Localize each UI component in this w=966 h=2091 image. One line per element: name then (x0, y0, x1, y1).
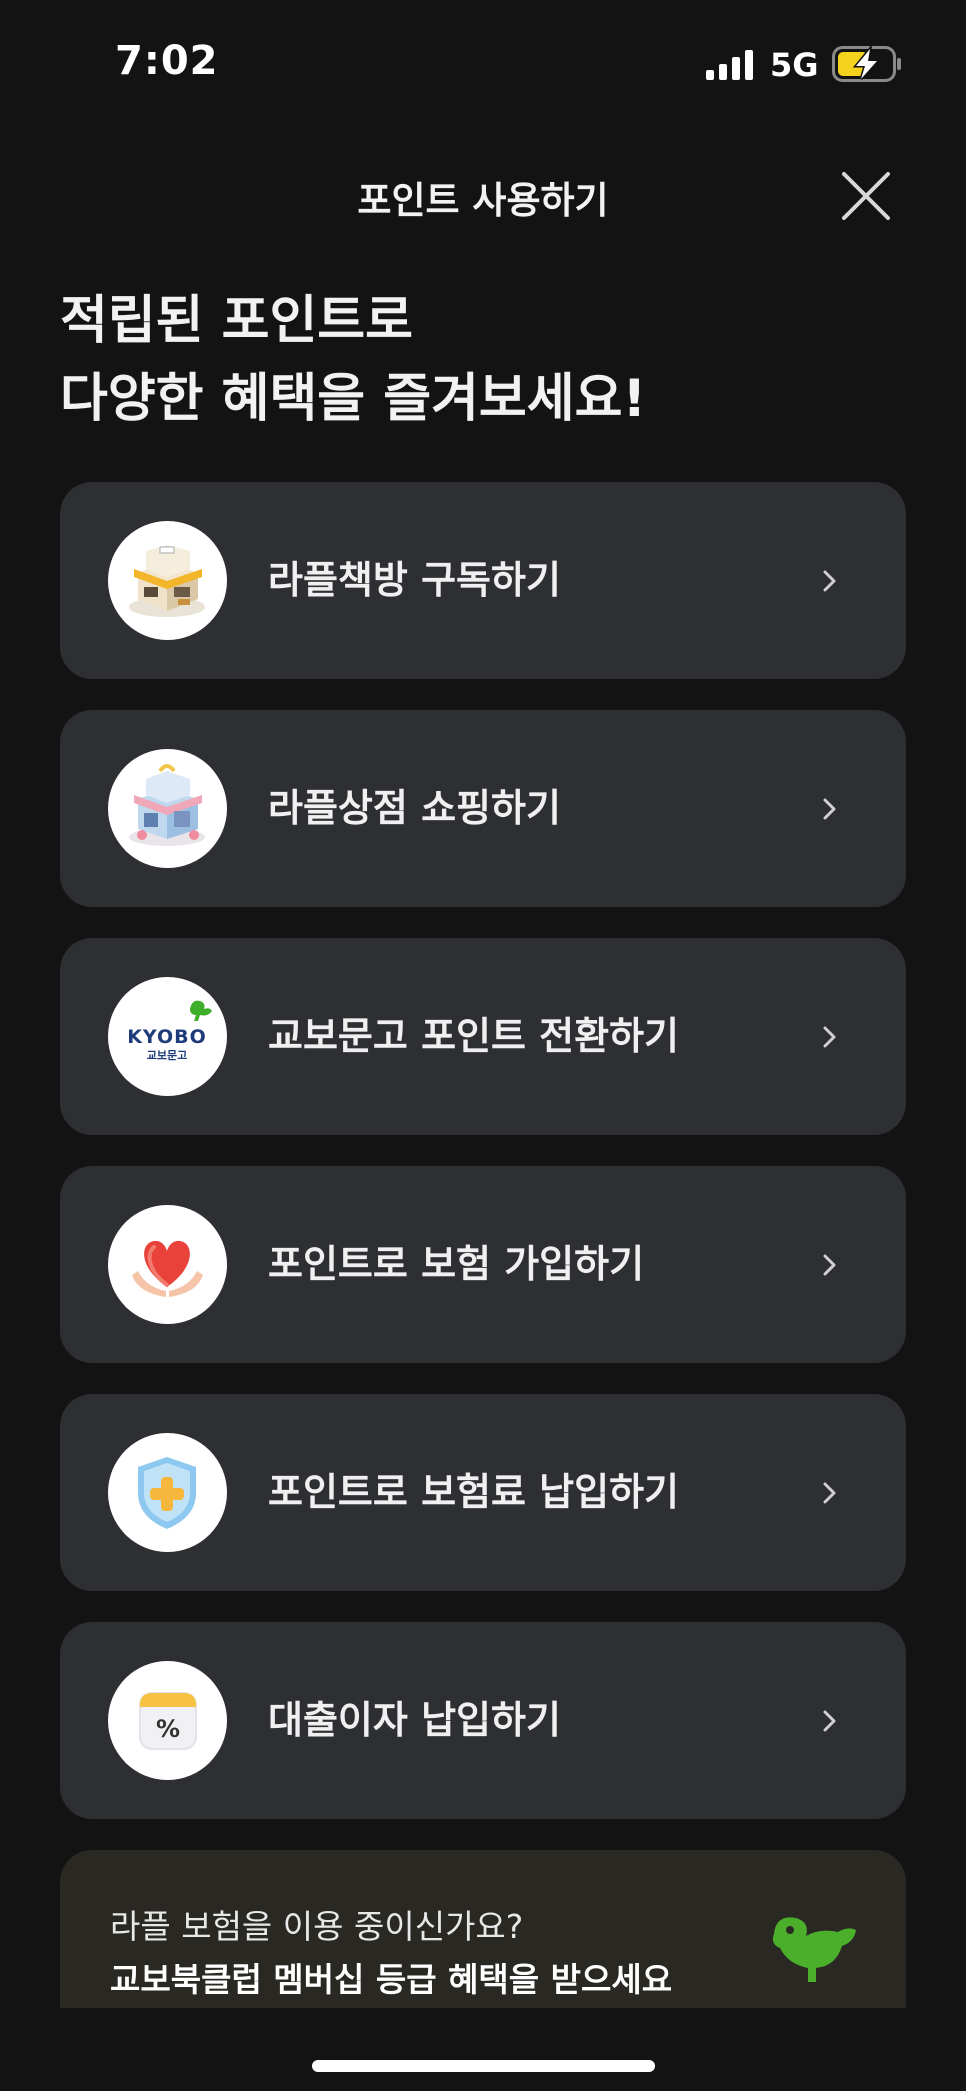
kyobo-logo-icon: KYOBO 교보문고 (108, 977, 227, 1096)
status-time: 7:02 (115, 38, 219, 84)
menu-item-label: 교보문고 포인트 전환하기 (268, 1014, 680, 1058)
menu-item-label: 라플상점 쇼핑하기 (268, 786, 561, 830)
menu-item-shop[interactable]: 라플상점 쇼핑하기 (60, 710, 906, 907)
shop-icon (108, 749, 227, 868)
kyobo-bird-icon (772, 1917, 856, 1982)
status-bar: 7:02 5G (0, 0, 966, 130)
heart-hands-icon (108, 1205, 227, 1324)
page-title: 포인트 사용하기 (357, 179, 609, 222)
percent-calendar-icon: % (108, 1661, 227, 1780)
network-type: 5G (770, 46, 819, 84)
chevron-right-icon (823, 1482, 836, 1504)
headline: 적립된 포인트로 다양한 혜택을 즐겨보세요! (60, 282, 646, 438)
battery-charging-icon (832, 46, 901, 82)
chevron-right-icon (823, 798, 836, 820)
chevron-right-icon (823, 1710, 836, 1732)
signal-icon (706, 50, 753, 80)
headline-line2: 다양한 혜택을 즐겨보세요! (60, 369, 647, 429)
kyobo-logo-subtext: 교보문고 (147, 1049, 187, 1062)
menu-item-label: 대출이자 납입하기 (268, 1698, 561, 1742)
menu-item-label: 포인트로 보험료 납입하기 (268, 1470, 680, 1514)
menu-item-kyobo-point-convert[interactable]: KYOBO 교보문고 교보문고 포인트 전환하기 (60, 938, 906, 1135)
chevron-right-icon (823, 1026, 836, 1048)
menu-item-insurance-join[interactable]: 포인트로 보험 가입하기 (60, 1166, 906, 1363)
chevron-right-icon (823, 570, 836, 592)
menu-item-label: 라플책방 구독하기 (268, 558, 561, 602)
headline-line1: 적립된 포인트로 (60, 291, 413, 351)
chevron-right-icon (823, 1254, 836, 1276)
banner-cta-text: 교보북클럽 멤버십 등급 혜택을 받으세요 (110, 1960, 673, 1999)
close-icon[interactable] (838, 168, 894, 224)
percent-symbol: % (156, 1715, 180, 1743)
banner-question: 라플 보험을 이용 중이신가요? (110, 1907, 524, 1946)
shield-plus-icon (108, 1433, 227, 1552)
membership-banner[interactable]: 라플 보험을 이용 중이신가요? 교보북클럽 멤버십 등급 혜택을 받으세요 (60, 1850, 906, 2010)
menu-item-label: 포인트로 보험 가입하기 (268, 1242, 645, 1286)
menu-item-loan-interest[interactable]: % 대출이자 납입하기 (60, 1622, 906, 1819)
kyobo-logo-text: KYOBO (127, 1026, 207, 1048)
bottom-safe-area (0, 2008, 966, 2091)
menu-item-bookstore-subscribe[interactable]: 라플책방 구독하기 (60, 482, 906, 679)
bookstore-icon (108, 521, 227, 640)
home-indicator[interactable] (312, 2060, 655, 2072)
menu-item-premium-payment[interactable]: 포인트로 보험료 납입하기 (60, 1394, 906, 1591)
